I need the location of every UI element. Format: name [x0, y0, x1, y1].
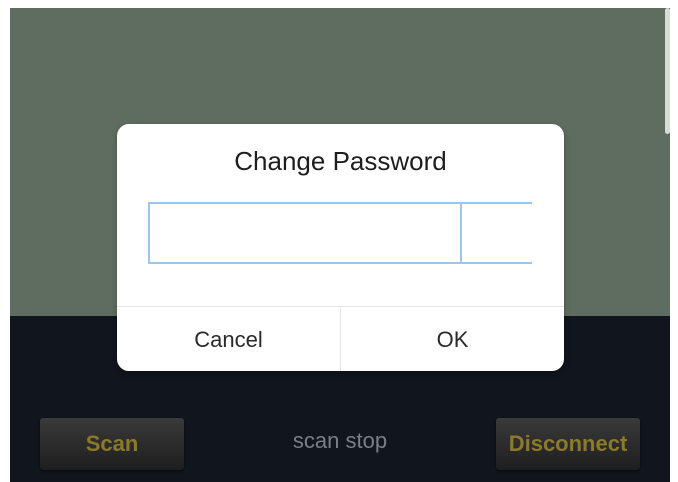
ok-button[interactable]: OK — [341, 307, 564, 371]
scrollbar[interactable] — [665, 8, 670, 134]
dialog-title: Change Password — [234, 146, 447, 176]
app-screen: Scan scan stop Disconnect Change Passwor… — [10, 8, 670, 482]
disconnect-button[interactable]: Disconnect — [496, 418, 640, 470]
cancel-button[interactable]: Cancel — [117, 307, 341, 371]
dialog-actions: Cancel OK — [117, 306, 564, 371]
pin-digit-1[interactable] — [150, 204, 462, 262]
scan-status-text: scan stop — [292, 428, 388, 453]
pin-digit-2[interactable] — [462, 204, 564, 262]
pin-input-group — [148, 202, 564, 264]
scan-button[interactable]: Scan — [40, 418, 184, 470]
change-password-dialog: Change Password Cancel OK — [117, 124, 564, 371]
